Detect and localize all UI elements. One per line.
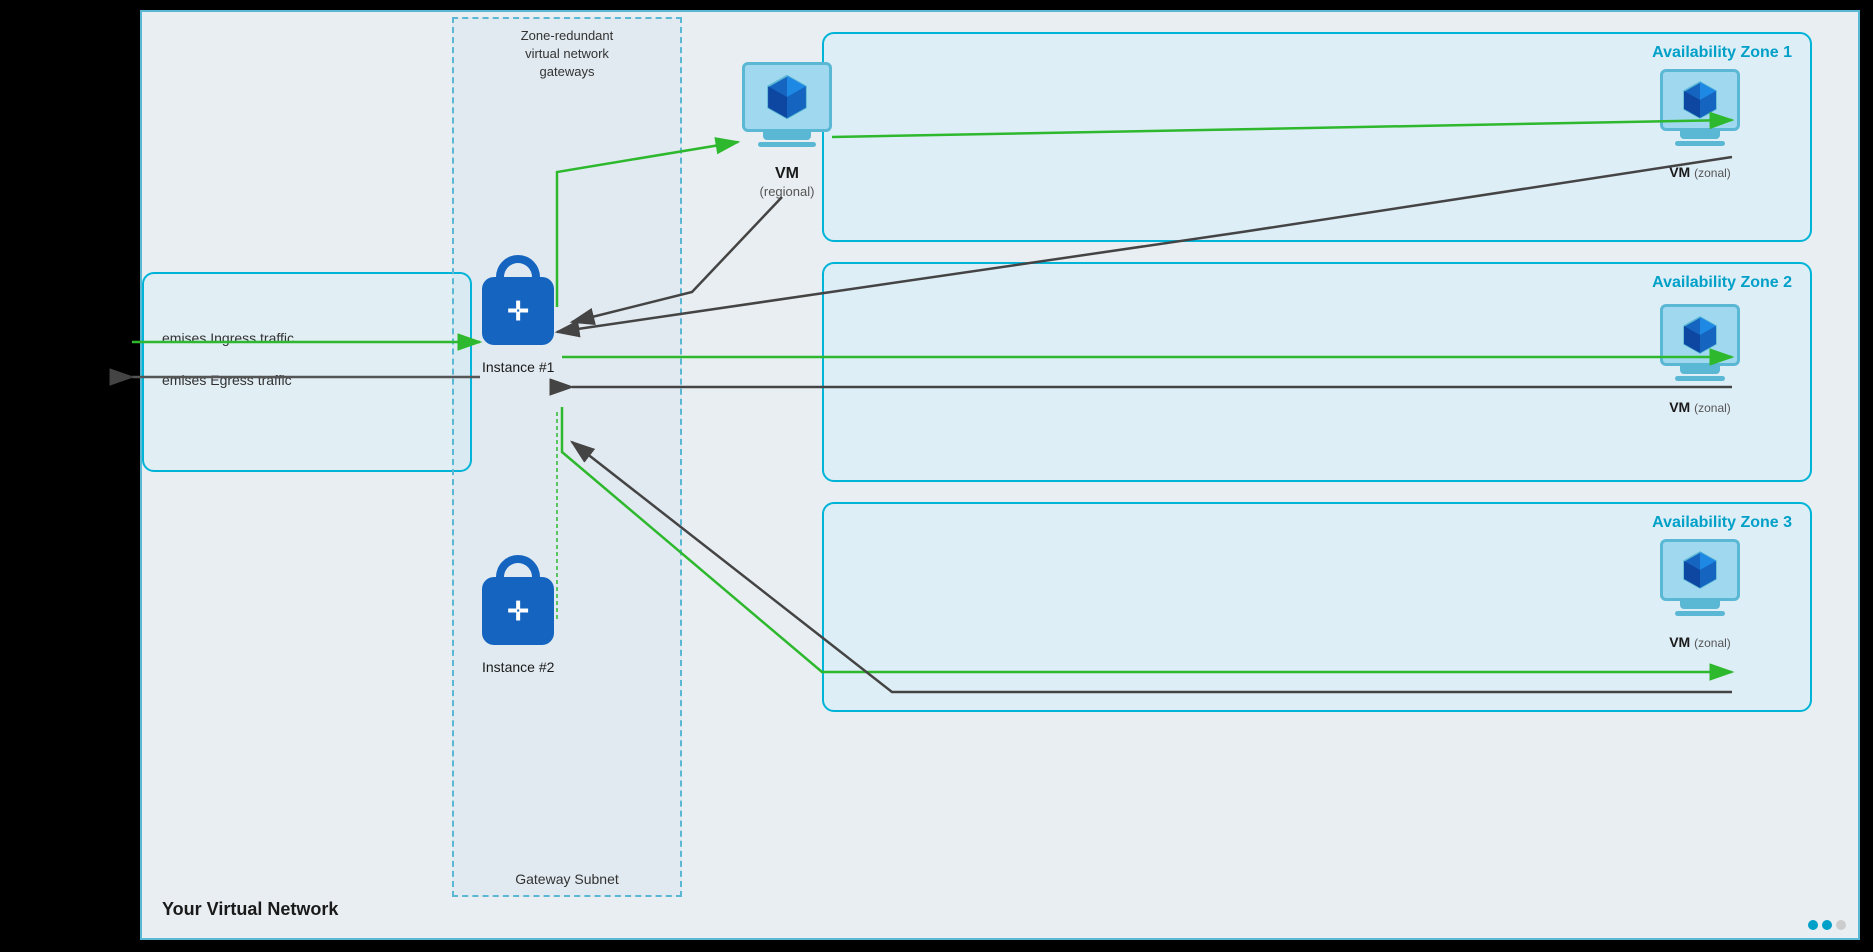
cube-icon-zonal-2: [1678, 313, 1722, 357]
vm-monitor-zonal-1: [1660, 69, 1740, 131]
cube-icon-regional: [761, 71, 813, 123]
vm-zonal-2: VM (zonal): [1660, 304, 1740, 415]
vm-monitor-zonal-3: [1660, 539, 1740, 601]
nav-dots: [1808, 920, 1846, 930]
lock-arrows-2: ✛: [507, 598, 529, 624]
az2-label: Availability Zone 2: [1652, 274, 1792, 292]
vm-zonal-1: VM (zonal): [1660, 69, 1740, 180]
vm-zonal-3-label: VM (zonal): [1669, 634, 1731, 650]
monitor-base-zonal-3: [1675, 611, 1725, 616]
lock-body-1: ✛: [482, 277, 554, 345]
monitor-base-regional: [758, 142, 816, 147]
cube-icon-zonal-3: [1678, 548, 1722, 592]
diagram-area: emises Ingress traffic emises Egress tra…: [140, 10, 1860, 940]
vm-monitor-zonal-2: [1660, 304, 1740, 366]
availability-zone-2: Availability Zone 2 VM (zonal): [822, 262, 1812, 482]
lock-body-2: ✛: [482, 577, 554, 645]
availability-zone-1: Availability Zone 1 VM (zonal): [822, 32, 1812, 242]
nav-dot-2[interactable]: [1822, 920, 1832, 930]
egress-label: emises Egress traffic: [162, 372, 292, 388]
gateway-instance-1: ✛ Instance #1: [482, 277, 554, 375]
vm-zonal-3: VM (zonal): [1660, 539, 1740, 650]
monitor-base-zonal-1: [1675, 141, 1725, 146]
instance2-label: Instance #2: [482, 659, 554, 675]
cube-icon-zonal-1: [1678, 78, 1722, 122]
gateway-subnet: Gateway Subnet: [452, 17, 682, 897]
az3-label: Availability Zone 3: [1652, 514, 1792, 532]
vnet-label: Your Virtual Network: [162, 899, 338, 920]
monitor-base-zonal-2: [1675, 376, 1725, 381]
lock-arrows-1: ✛: [507, 298, 529, 324]
nav-dot-1[interactable]: [1808, 920, 1818, 930]
vm-regional-label: VM(regional): [760, 165, 815, 201]
zone-redundant-label: Zone-redundantvirtual networkgateways: [457, 27, 677, 82]
az1-label: Availability Zone 1: [1652, 44, 1792, 62]
gateway-instance-2: ✛ Instance #2: [482, 577, 554, 675]
gateway-subnet-label: Gateway Subnet: [515, 871, 619, 887]
vm-regional: VM(regional): [742, 62, 832, 201]
vm-zonal-2-label: VM (zonal): [1669, 399, 1731, 415]
ingress-label: emises Ingress traffic: [162, 330, 294, 346]
nav-dot-3[interactable]: [1836, 920, 1846, 930]
instance1-label: Instance #1: [482, 359, 554, 375]
vm-monitor-regional: [742, 62, 832, 132]
availability-zone-3: Availability Zone 3 VM (zonal): [822, 502, 1812, 712]
vm-zonal-1-label: VM (zonal): [1669, 164, 1731, 180]
